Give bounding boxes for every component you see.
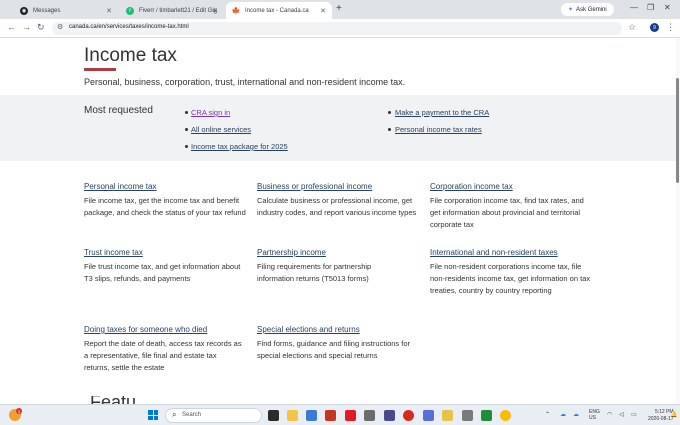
- app-icon[interactable]: [462, 410, 473, 421]
- forward-icon[interactable]: →: [22, 22, 31, 32]
- card-special-elections-link[interactable]: Special elections and returns: [257, 325, 360, 334]
- window-close-icon[interactable]: ✕: [664, 3, 671, 12]
- gemini-label: Ask Gemini: [576, 6, 607, 13]
- tab-fiverr[interactable]: f Fiverr / timbarlett21 / Edit Gig ✕: [120, 2, 224, 19]
- battery-icon[interactable]: ▭: [631, 411, 637, 418]
- chevron-up-icon[interactable]: ⌃: [545, 411, 550, 418]
- wifi-icon[interactable]: ◠: [607, 411, 612, 418]
- tab-label: Messages: [33, 7, 61, 14]
- close-icon[interactable]: ✕: [106, 7, 112, 15]
- notification-badge: 3: [16, 408, 22, 414]
- profile-avatar[interactable]: 9: [650, 23, 659, 32]
- minimize-icon[interactable]: —: [630, 3, 638, 12]
- most-requested-heading: Most requested: [84, 105, 153, 116]
- card-description: File non-resident corporations income ta…: [430, 262, 591, 295]
- card-description: Filing requirements for partnership info…: [257, 262, 372, 283]
- bullet: [185, 128, 188, 131]
- app-icon[interactable]: [345, 410, 356, 421]
- tab-strip: ◉ Messages ✕ f Fiverr / timbarlett21 / E…: [0, 0, 680, 19]
- notifications-icon[interactable]: 🔔: [670, 411, 677, 418]
- address-bar[interactable]: ⚙ canada.ca/en/services/taxes/income-tax…: [52, 22, 622, 35]
- card-partnership-income-link[interactable]: Partnership income: [257, 248, 326, 257]
- link-cra-sign-in[interactable]: CRA sign in: [191, 108, 230, 117]
- tray-icon[interactable]: ☁: [560, 411, 566, 418]
- site-info-icon[interactable]: ⚙: [57, 23, 63, 31]
- ask-gemini-button[interactable]: ✦ Ask Gemini: [561, 3, 614, 16]
- tab-label: Income tax - Canada.ca: [245, 7, 309, 14]
- card-someone-who-died-link[interactable]: Doing taxes for someone who died: [84, 325, 207, 334]
- tab-income-tax[interactable]: 🍁 Income tax - Canada.ca ✕: [226, 2, 332, 19]
- close-icon[interactable]: ✕: [320, 7, 326, 15]
- card-description: Report the date of death, access tax rec…: [84, 339, 242, 372]
- bookmark-star-icon[interactable]: ☆: [628, 22, 636, 33]
- scrollbar-thumb[interactable]: [676, 78, 679, 183]
- card-trust-income-tax-link[interactable]: Trust income tax: [84, 248, 143, 257]
- lang-region: US: [589, 415, 596, 421]
- language-indicator[interactable]: ENG US: [589, 409, 600, 421]
- page-lead: Personal, business, corporation, trust, …: [84, 77, 406, 87]
- excel-icon[interactable]: [481, 410, 492, 421]
- menu-icon[interactable]: ⋮: [666, 22, 675, 33]
- chrome-icon[interactable]: [500, 410, 511, 421]
- card-personal-income-tax-link[interactable]: Personal income tax: [84, 182, 156, 191]
- close-icon[interactable]: ✕: [212, 7, 218, 15]
- app-icon[interactable]: [423, 410, 434, 421]
- link-income-tax-package[interactable]: Income tax package for 2025: [191, 142, 288, 151]
- gemini-icon: ✦: [568, 7, 574, 13]
- url-text: canada.ca/en/services/taxes/income-tax.h…: [69, 24, 189, 30]
- card-business-income-link[interactable]: Business or professional income: [257, 182, 372, 191]
- card-corporation-income-tax-link[interactable]: Corporation income tax: [430, 182, 513, 191]
- link-all-online-services[interactable]: All online services: [191, 125, 251, 134]
- fiverr-icon: f: [126, 6, 134, 15]
- reload-icon[interactable]: ↻: [37, 22, 45, 33]
- search-icon: ⌕: [172, 410, 177, 419]
- card-description: File corporation income tax, find tax ra…: [430, 196, 584, 229]
- app-icon[interactable]: [325, 410, 336, 421]
- browser-toolbar: ← → ↻ ⚙ canada.ca/en/services/taxes/inco…: [0, 19, 680, 38]
- bullet: [388, 128, 391, 131]
- most-requested-section: Most requested: [0, 95, 676, 161]
- card-description: File trust income tax, and get informati…: [84, 262, 241, 283]
- task-view-icon[interactable]: [268, 410, 279, 421]
- onedrive-icon[interactable]: ☁: [573, 411, 579, 418]
- volume-icon[interactable]: ◁: [619, 411, 624, 418]
- featured-heading-partial: Featu: [90, 396, 136, 404]
- page-title: Income tax: [84, 45, 177, 66]
- canada-flag-icon: 🍁: [231, 6, 241, 15]
- tab-label: Fiverr / timbarlett21 / Edit Gig: [139, 7, 218, 14]
- back-icon[interactable]: ←: [7, 22, 16, 32]
- app-icon[interactable]: [442, 410, 453, 421]
- card-description: Find forms, guidance and filing instruct…: [257, 339, 410, 360]
- app-icon[interactable]: [364, 410, 375, 421]
- link-personal-tax-rates[interactable]: Personal income tax rates: [395, 125, 482, 134]
- bullet: [185, 145, 188, 148]
- start-button[interactable]: [148, 410, 158, 420]
- card-international-taxes-link[interactable]: International and non-resident taxes: [430, 248, 558, 257]
- app-icon[interactable]: [306, 410, 317, 421]
- title-underline: [84, 68, 116, 71]
- card-description: Calculate business or professional incom…: [257, 196, 417, 217]
- link-make-payment[interactable]: Make a payment to the CRA: [395, 108, 489, 117]
- tab-messages[interactable]: ◉ Messages ✕: [14, 2, 118, 19]
- canada-app-icon[interactable]: [403, 410, 414, 421]
- new-tab-button[interactable]: +: [336, 3, 342, 14]
- maximize-icon[interactable]: ❐: [647, 3, 654, 12]
- taskbar-search[interactable]: ⌕ Search: [165, 408, 262, 423]
- card-description: File income tax, get the income tax and …: [84, 196, 246, 217]
- app-icon[interactable]: [384, 410, 395, 421]
- bullet: [388, 111, 391, 114]
- bullet: [185, 111, 188, 114]
- file-explorer-icon[interactable]: [287, 410, 298, 421]
- messages-icon: ◉: [20, 6, 28, 15]
- search-label: Search: [182, 412, 202, 418]
- taskbar: 3 ⌕ Search ⌃ ☁ ☁ ENG US ◠ ◁ ▭ 5:12 PM 20…: [0, 404, 680, 425]
